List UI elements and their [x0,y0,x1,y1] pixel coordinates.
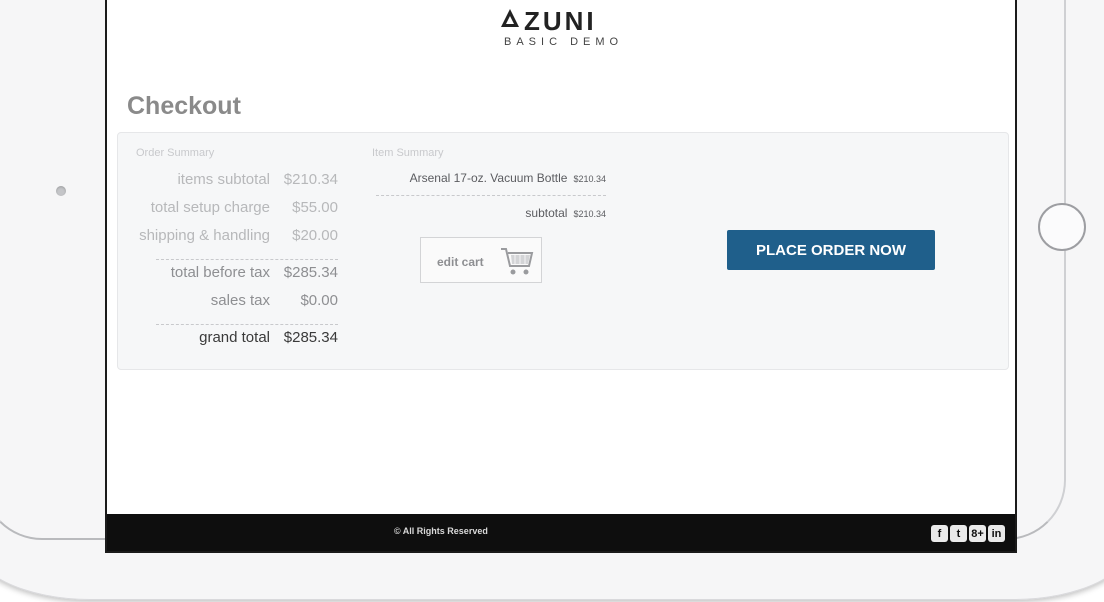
edit-cart-button[interactable]: edit cart [420,237,542,283]
footer: © All Rights Reserved f t 8+ in [107,514,1015,551]
item-subtotal-row: subtotal $210.34 [366,206,606,228]
list-item: Arsenal 17-oz. Vacuum Bottle $210.34 [366,171,606,193]
item-name: Arsenal 17-oz. Vacuum Bottle [409,171,568,185]
divider [156,259,338,260]
item-summary: Arsenal 17-oz. Vacuum Bottle $210.34 sub… [366,171,606,228]
shipping-label: shipping & handling [139,227,270,244]
edit-cart-label: edit cart [437,255,484,269]
item-price: $210.34 [573,174,606,184]
sales-tax-value: $0.00 [300,292,338,309]
checkout-panel: Order Summary items subtotal $210.34 tot… [117,132,1009,370]
shipping-row: shipping & handling $20.00 [138,227,338,255]
sales-tax-label: sales tax [210,292,270,309]
item-summary-heading: Item Summary [372,147,444,159]
sales-tax-row: sales tax $0.00 [138,292,338,320]
home-button[interactable] [1038,203,1086,251]
order-summary: items subtotal $210.34 total setup charg… [138,171,338,357]
page-title: Checkout [127,92,241,120]
order-summary-heading: Order Summary [136,147,215,159]
item-subtotal-label: subtotal [525,206,568,220]
before-tax-label: total before tax [170,264,270,281]
screen: ZUNI BASIC DEMO Checkout Order Summary i… [105,0,1017,553]
brand-name: ZUNI [524,6,597,36]
items-subtotal-label: items subtotal [177,171,270,188]
logo-triangle-icon [501,9,519,27]
shipping-value: $20.00 [292,227,338,244]
facebook-icon[interactable]: f [931,525,948,542]
brand-logo[interactable]: ZUNI BASIC DEMO [500,6,630,50]
social-links: f t 8+ in [931,525,1005,542]
setup-charge-value: $55.00 [292,199,338,216]
camera-icon [56,186,66,196]
brand-subtitle: BASIC DEMO [504,36,624,48]
twitter-icon[interactable]: t [950,525,967,542]
item-subtotal-value: $210.34 [573,209,606,219]
before-tax-value: $285.34 [283,264,338,281]
setup-charge-label: total setup charge [150,199,270,216]
linkedin-icon[interactable]: in [988,525,1005,542]
before-tax-row: total before tax $285.34 [138,264,338,292]
divider [376,195,606,196]
grand-total-row: grand total $285.34 [138,329,338,357]
shopping-cart-icon [501,248,534,275]
grand-total-label: grand total [199,329,270,346]
divider [156,324,338,325]
items-subtotal-value: $210.34 [283,171,338,188]
place-order-button[interactable]: PLACE ORDER NOW [727,230,935,270]
copyright-text: © All Rights Reserved [394,526,488,536]
items-subtotal-row: items subtotal $210.34 [138,171,338,199]
google-plus-icon[interactable]: 8+ [969,525,986,542]
grand-total-value: $285.34 [283,329,338,346]
setup-charge-row: total setup charge $55.00 [138,199,338,227]
